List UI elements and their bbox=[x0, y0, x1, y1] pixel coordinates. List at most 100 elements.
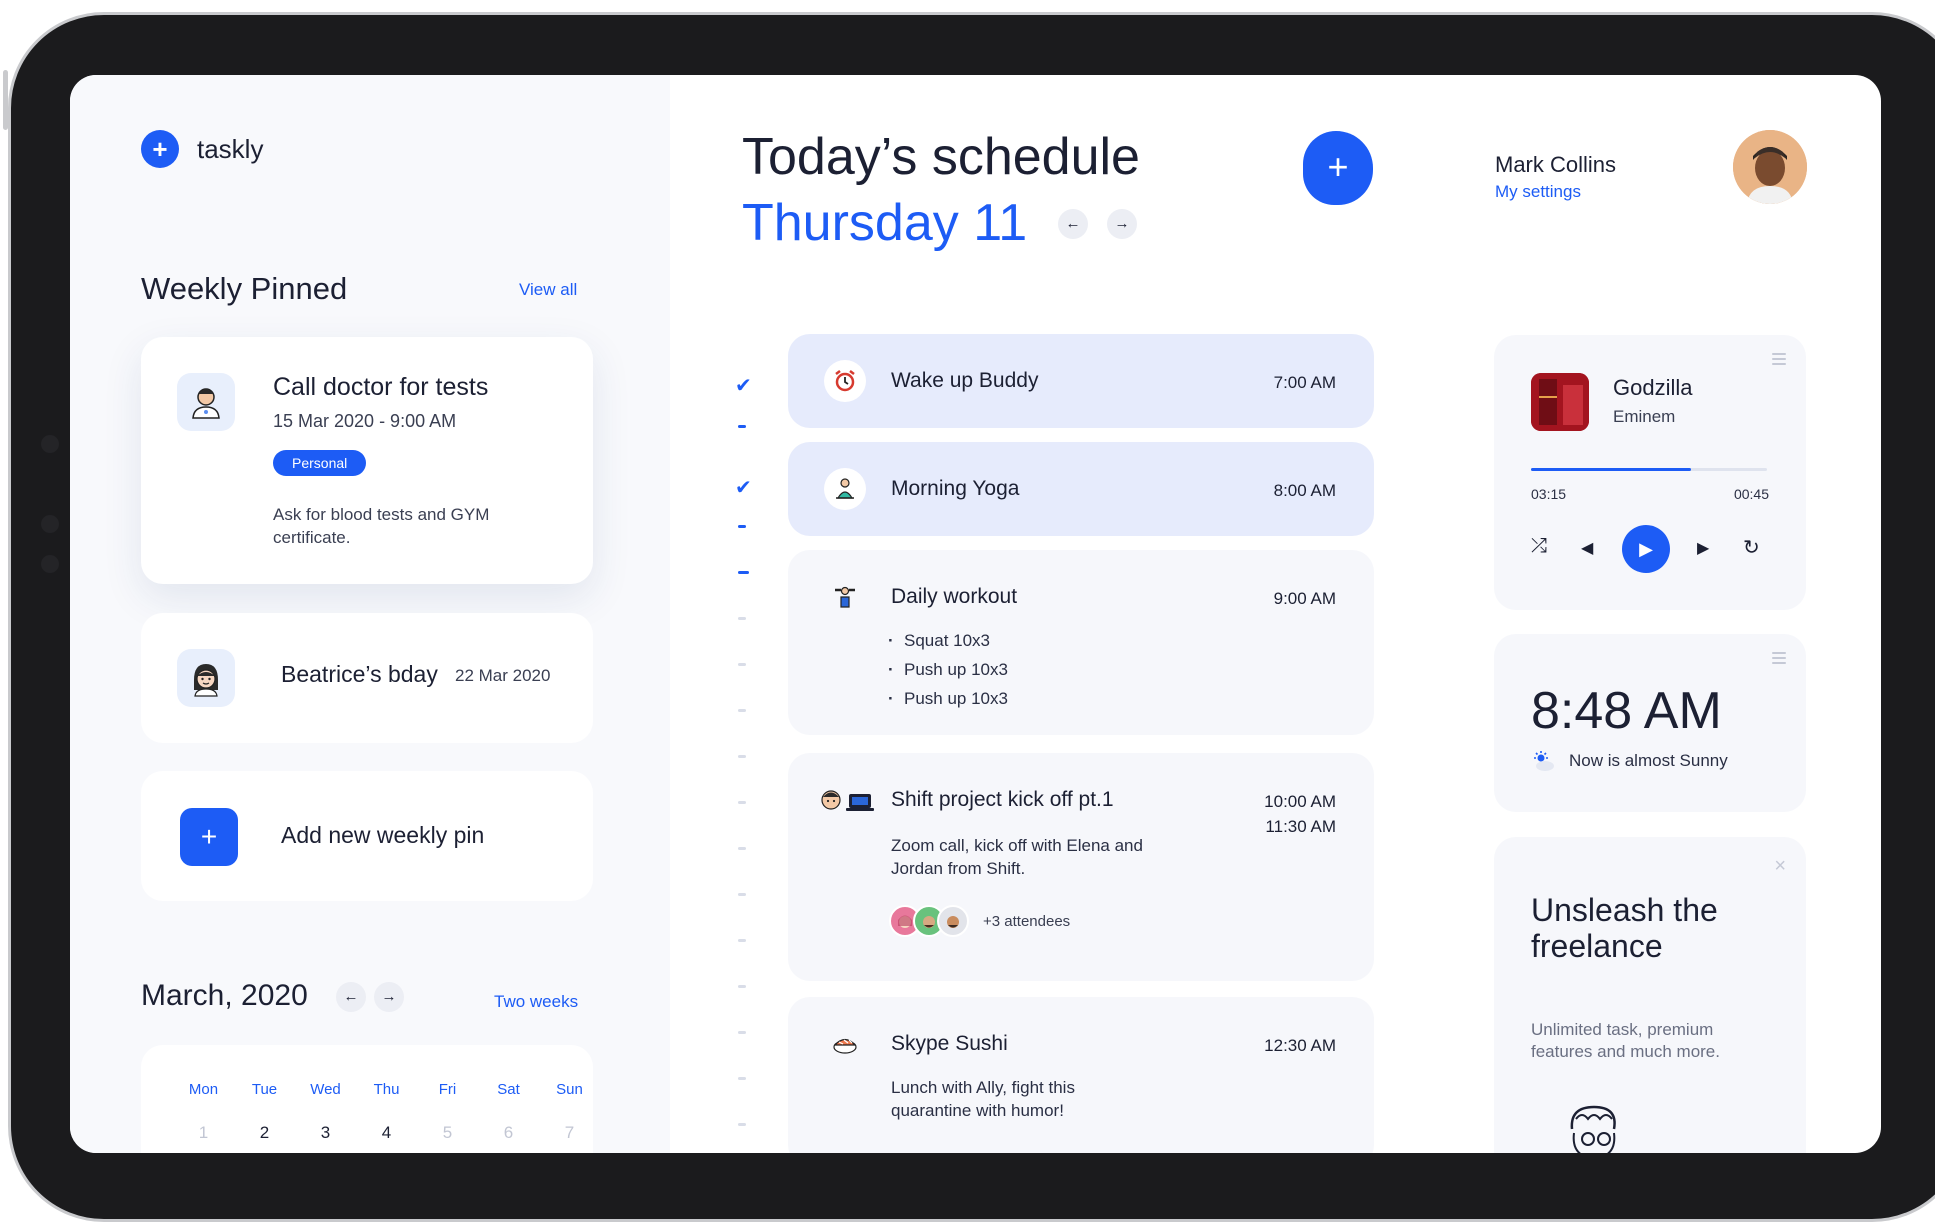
task-time: 7:00 AM bbox=[1273, 373, 1336, 392]
weekday-label: Thu bbox=[373, 1081, 400, 1098]
add-pin-button[interactable]: + bbox=[180, 808, 238, 866]
task-card-skype-sushi[interactable]: Skype Sushi 12:30 AM Lunch with Ally, fi… bbox=[788, 997, 1374, 1153]
list-item: Squat 10x3 bbox=[888, 626, 1008, 655]
song-title: Godzilla bbox=[1613, 375, 1693, 400]
girl-avatar-icon bbox=[177, 649, 235, 707]
user-avatar[interactable] bbox=[1733, 130, 1807, 204]
calendar-prev-button[interactable]: ← bbox=[336, 982, 366, 1012]
alarm-clock-icon bbox=[824, 360, 866, 402]
task-description: Lunch with Ally, fight this quarantine w… bbox=[891, 1078, 1075, 1120]
song-artist: Eminem bbox=[1613, 407, 1676, 426]
pin-datetime: 15 Mar 2020 - 9:00 AM bbox=[273, 411, 457, 431]
check-icon: ✔ bbox=[735, 375, 752, 397]
timeline-dash bbox=[738, 1123, 746, 1126]
weekly-pinned-title: Weekly Pinned bbox=[141, 271, 348, 306]
calendar-date[interactable]: 1 bbox=[173, 1123, 234, 1143]
view-all-link[interactable]: View all bbox=[519, 280, 577, 300]
attendees-group[interactable]: +3 attendees bbox=[889, 905, 1070, 937]
task-card-shift-kickoff[interactable]: Shift project kick off pt.1 10:00 AM 11:… bbox=[788, 753, 1374, 981]
task-title: Shift project kick off pt.1 bbox=[891, 788, 1114, 811]
attendee-avatar bbox=[937, 905, 969, 937]
task-title: Skype Sushi bbox=[891, 1032, 1008, 1055]
timeline-dash bbox=[738, 617, 746, 620]
promo-widget: × Unsleash the freelance Unlimited task,… bbox=[1494, 837, 1806, 1153]
task-card-morning-yoga[interactable]: Morning Yoga 8:00 AM bbox=[788, 442, 1374, 536]
add-weekly-pin-card[interactable]: + Add new weekly pin bbox=[141, 771, 593, 901]
list-item: Push up 10x3 bbox=[888, 655, 1008, 684]
list-item: Push up 10x3 bbox=[888, 684, 1008, 713]
calendar-dates: 1 2 3 4 5 6 7 bbox=[173, 1123, 600, 1143]
day-prev-button[interactable]: ← bbox=[1058, 209, 1088, 239]
calendar-date[interactable]: 3 bbox=[295, 1123, 356, 1143]
timeline-dash bbox=[738, 425, 746, 428]
task-title: Daily workout bbox=[891, 585, 1018, 608]
my-settings-link[interactable]: My settings bbox=[1495, 182, 1581, 202]
timeline-dash bbox=[738, 985, 746, 988]
calendar-date[interactable]: 6 bbox=[478, 1123, 539, 1143]
task-time: 9:00 AM bbox=[1273, 589, 1336, 608]
yoga-icon bbox=[824, 468, 866, 510]
page-title: Today’s schedule bbox=[742, 128, 1140, 186]
calendar-date[interactable]: 4 bbox=[356, 1123, 417, 1143]
calendar-next-button[interactable]: → bbox=[374, 982, 404, 1012]
menu-icon[interactable] bbox=[1772, 353, 1786, 368]
bday-title: Beatrice’s bday bbox=[281, 661, 438, 687]
two-weeks-link[interactable]: Two weeks bbox=[494, 992, 578, 1012]
previous-track-icon[interactable]: ◀ bbox=[1581, 538, 1593, 558]
weather-text: Now is almost Sunny bbox=[1569, 751, 1728, 770]
calendar-date[interactable]: 5 bbox=[417, 1123, 478, 1143]
music-player-widget: Godzilla Eminem 03:15 00:45 ⤮ ◀ ▶ ▶ ↻ bbox=[1494, 335, 1806, 610]
calendar-date[interactable]: 2 bbox=[234, 1123, 295, 1143]
play-button[interactable]: ▶ bbox=[1622, 525, 1670, 573]
add-pin-label: Add new weekly pin bbox=[281, 822, 485, 848]
album-cover bbox=[1531, 373, 1589, 431]
task-time: 12:30 AM bbox=[1264, 1036, 1336, 1055]
attendees-count: +3 attendees bbox=[983, 912, 1071, 930]
task-card-daily-workout[interactable]: Daily workout 9:00 AM Squat 10x3 Push up… bbox=[788, 550, 1374, 735]
sensor-dot bbox=[41, 555, 59, 573]
clock-time: 8:48 AM bbox=[1531, 682, 1722, 740]
repeat-icon[interactable]: ↻ bbox=[1743, 535, 1760, 560]
promo-text: Unlimited task, premium features and muc… bbox=[1531, 1020, 1720, 1061]
pinned-card-doctor[interactable]: Call doctor for tests 15 Mar 2020 - 9:00… bbox=[141, 337, 593, 584]
workout-list: Squat 10x3 Push up 10x3 Push up 10x3 bbox=[888, 626, 1008, 713]
app-logo[interactable]: + taskly bbox=[141, 130, 263, 168]
doctor-avatar-icon bbox=[177, 373, 235, 431]
calendar-date[interactable]: 7 bbox=[539, 1123, 600, 1143]
task-time-end: 11:30 AM bbox=[1265, 817, 1336, 836]
weekday-label: Sun bbox=[556, 1081, 583, 1098]
calendar-month-title: March, 2020 bbox=[141, 979, 308, 1012]
clock-weather-widget: 8:48 AM Now is almost Sunny bbox=[1494, 634, 1806, 812]
calendar-card: Mon Tue Wed Thu Fri Sat Sun 1 2 3 4 5 6 … bbox=[141, 1045, 593, 1153]
task-card-wake-up[interactable]: Wake up Buddy 7:00 AM bbox=[788, 334, 1374, 428]
illustration-face-icon bbox=[1570, 1105, 1616, 1153]
calendar-weekdays: Mon Tue Wed Thu Fri Sat Sun bbox=[173, 1081, 600, 1098]
progress-bar[interactable] bbox=[1531, 468, 1767, 471]
sushi-icon bbox=[824, 1023, 866, 1065]
close-icon[interactable]: × bbox=[1774, 855, 1786, 878]
weather-sun-cloud-icon bbox=[1534, 751, 1554, 771]
next-track-icon[interactable]: ▶ bbox=[1697, 538, 1709, 558]
user-name: Mark Collins bbox=[1495, 152, 1617, 177]
personal-tag-badge[interactable]: Personal bbox=[273, 450, 367, 476]
task-time: 8:00 AM bbox=[1273, 481, 1336, 500]
pin-description: Ask for blood tests and GYM certificate. bbox=[273, 505, 490, 547]
timeline-dash bbox=[738, 709, 746, 712]
add-task-button[interactable]: + bbox=[1303, 131, 1373, 205]
promo-title: Unsleash the freelance bbox=[1531, 892, 1718, 964]
day-next-button[interactable]: → bbox=[1107, 209, 1137, 239]
bday-date: 22 Mar 2020 bbox=[455, 666, 551, 685]
task-description: Zoom call, kick off with Elena and Jorda… bbox=[891, 836, 1143, 878]
pinned-card-bday[interactable]: Beatrice’s bday 22 Mar 2020 bbox=[141, 613, 593, 743]
menu-icon[interactable] bbox=[1772, 652, 1786, 667]
weekday-label: Mon bbox=[188, 1081, 219, 1098]
timeline-dash bbox=[738, 847, 746, 850]
timeline-dash bbox=[738, 525, 746, 528]
weekday-label: Wed bbox=[310, 1081, 341, 1098]
elapsed-time: 03:15 bbox=[1531, 486, 1567, 502]
shuffle-icon[interactable]: ⤮ bbox=[1531, 535, 1547, 558]
task-time-start: 10:00 AM bbox=[1264, 792, 1336, 811]
camera-dot bbox=[41, 515, 59, 533]
timeline: ✔ ✔ bbox=[730, 365, 770, 1153]
app-name: taskly bbox=[197, 133, 264, 164]
